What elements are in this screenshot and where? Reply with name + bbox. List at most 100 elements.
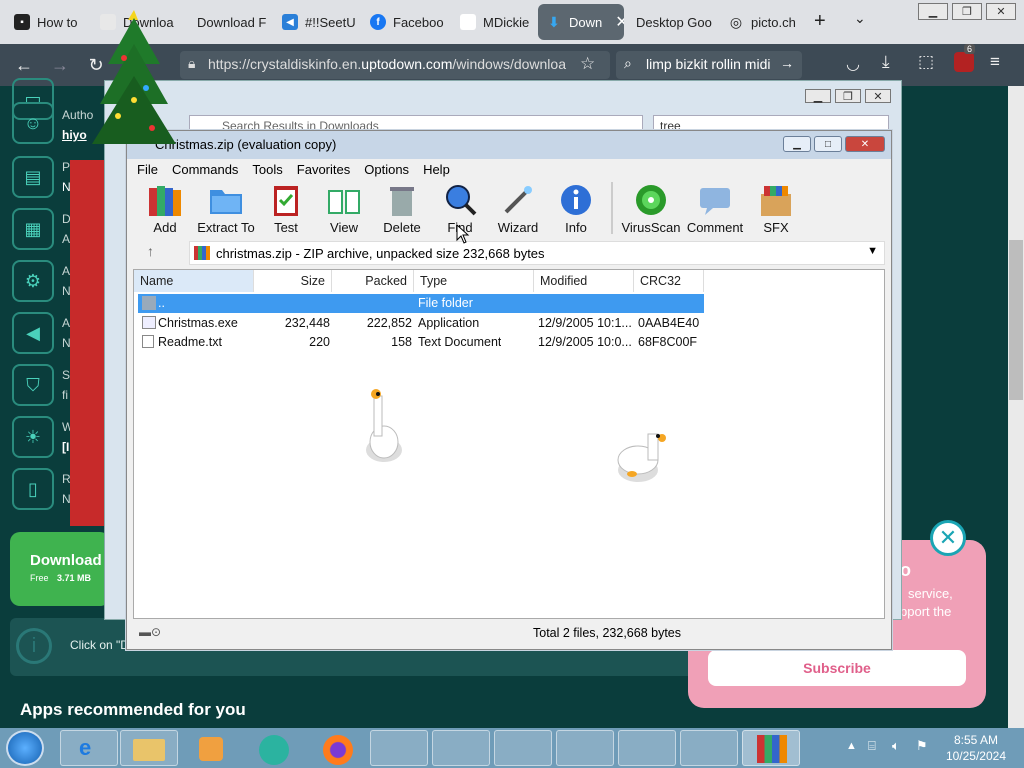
- extract-to-button[interactable]: Extract To: [195, 179, 257, 237]
- chevron-down-icon[interactable]: ⌄: [854, 10, 866, 27]
- taskbar-edge-icon[interactable]: [244, 730, 302, 766]
- page-scrollbar-thumb[interactable]: [1009, 240, 1023, 400]
- taskbar-app-icon[interactable]: [618, 730, 676, 766]
- delete-label: Delete: [383, 220, 421, 235]
- calendar-icon[interactable]: ▦: [12, 208, 54, 250]
- document-icon[interactable]: ▤: [12, 156, 54, 198]
- extensions-icon[interactable]: ⬚: [918, 52, 934, 72]
- view-button[interactable]: View: [315, 179, 373, 237]
- shield-check-icon[interactable]: ⛉: [12, 364, 54, 406]
- start-button[interactable]: [6, 730, 44, 766]
- close-tab-icon[interactable]: ✕: [615, 12, 624, 32]
- file-row-christmas-exe[interactable]: Christmas.exe 232,448 222,852 Applicatio…: [138, 314, 704, 333]
- column-packed[interactable]: Packed: [332, 270, 414, 292]
- winrar-window-controls: ▁ □ ✕: [783, 136, 885, 152]
- magic-wand-icon: [504, 186, 532, 214]
- tray-expand-icon[interactable]: ▲: [846, 740, 857, 752]
- taskbar-explorer-icon[interactable]: [120, 730, 178, 766]
- taskbar-app-icon[interactable]: [432, 730, 490, 766]
- new-tab-icon[interactable]: +: [814, 10, 826, 33]
- restore-icon[interactable]: ❐: [835, 89, 861, 103]
- archive-path-bar[interactable]: christmas.zip - ZIP archive, unpacked si…: [189, 241, 885, 265]
- page-scrollbar[interactable]: [1008, 86, 1024, 728]
- add-button[interactable]: Add: [135, 179, 195, 237]
- tab-5[interactable]: MDickie: [452, 4, 534, 40]
- winrar-title-bar[interactable]: Christmas.zip (evaluation copy): [127, 131, 891, 159]
- author-link[interactable]: hiyo: [62, 128, 87, 142]
- menu-favorites[interactable]: Favorites: [297, 162, 350, 177]
- restore-icon[interactable]: ❐: [952, 3, 982, 20]
- comment-button[interactable]: Comment: [683, 179, 747, 237]
- up-arrow-icon[interactable]: ↑: [147, 243, 154, 259]
- box-icon: [761, 186, 791, 216]
- maximize-icon[interactable]: □: [814, 136, 842, 152]
- row-modified: 12/9/2005 10:0...: [538, 335, 632, 349]
- close-popup-icon[interactable]: ✕: [930, 520, 966, 556]
- close-icon[interactable]: ✕: [845, 136, 885, 152]
- column-modified[interactable]: Modified: [534, 270, 634, 292]
- search-text: limp bizkit rollin midi: [646, 56, 771, 72]
- downloads-icon[interactable]: ⤓: [882, 52, 890, 72]
- settings-icon[interactable]: ⚙: [12, 260, 54, 302]
- column-crc32[interactable]: CRC32: [634, 270, 704, 292]
- system-clock[interactable]: 8:55 AM 10/25/2024: [946, 732, 1006, 764]
- download-button[interactable]: Download Free 3.71 MB: [10, 532, 110, 606]
- taskbar-app-icon[interactable]: [680, 730, 738, 766]
- tab-0[interactable]: ▪ How to: [6, 4, 84, 40]
- arrow-right-icon[interactable]: →: [780, 55, 794, 71]
- menu-file[interactable]: File: [137, 162, 158, 177]
- minimize-icon[interactable]: ▁: [805, 89, 831, 103]
- tray-flag-icon[interactable]: ⚑: [916, 738, 928, 754]
- lightbulb-icon[interactable]: ☀: [12, 416, 54, 458]
- taskbar-winrar-icon[interactable]: [742, 730, 800, 766]
- tab-4[interactable]: f Faceboo: [362, 4, 448, 40]
- minimize-icon[interactable]: ▁: [918, 3, 948, 20]
- archive-icon: [194, 246, 210, 260]
- subscribe-button[interactable]: Subscribe: [708, 650, 966, 686]
- close-icon[interactable]: ✕: [865, 89, 891, 103]
- tab-3[interactable]: ◀ #!!SeetU: [274, 4, 360, 40]
- tray-volume-icon[interactable]: 🔈︎: [892, 738, 900, 754]
- taskbar-media-icon[interactable]: [180, 730, 238, 766]
- tab-7[interactable]: Desktop Goo: [628, 4, 718, 40]
- delete-button[interactable]: Delete: [373, 179, 431, 237]
- dropdown-arrow-icon[interactable]: ▼: [867, 245, 878, 257]
- menu-tools[interactable]: Tools: [252, 162, 282, 177]
- phone-icon[interactable]: ▯: [12, 468, 54, 510]
- column-size[interactable]: Size: [254, 270, 332, 292]
- minimize-icon[interactable]: ▁: [783, 136, 811, 152]
- info-button[interactable]: Info: [547, 179, 605, 237]
- forward-icon[interactable]: →: [42, 55, 78, 76]
- back-icon[interactable]: ←: [6, 55, 42, 76]
- taskbar-app-icon[interactable]: [370, 730, 428, 766]
- url-bar[interactable]: 🔒︎ https://crystaldiskinfo.en.uptodown.c…: [180, 51, 610, 79]
- row-modified: 12/9/2005 10:1...: [538, 316, 632, 330]
- taskbar-app-icon[interactable]: [556, 730, 614, 766]
- search-field[interactable]: ⌕ limp bizkit rollin midi →: [616, 51, 802, 79]
- user-icon[interactable]: ☺: [12, 102, 54, 144]
- wizard-button[interactable]: Wizard: [489, 179, 547, 237]
- virusscan-button[interactable]: VirusScan: [619, 179, 683, 237]
- megaphone-icon[interactable]: ◀: [12, 312, 54, 354]
- ublock-icon[interactable]: 6: [954, 44, 976, 72]
- tray-network-icon[interactable]: ⌸: [868, 738, 876, 754]
- sfx-button[interactable]: SFX: [747, 179, 805, 237]
- column-name[interactable]: Name: [134, 270, 254, 292]
- tab-active-download[interactable]: ⬇ Down ✕: [538, 4, 624, 40]
- file-row-readme-txt[interactable]: Readme.txt 220 158 Text Document 12/9/20…: [138, 333, 704, 352]
- pocket-icon[interactable]: ◡: [846, 54, 860, 74]
- test-button[interactable]: Test: [257, 179, 315, 237]
- file-row-parent[interactable]: .. File folder: [138, 294, 704, 313]
- taskbar-firefox-icon[interactable]: [308, 730, 366, 766]
- tab-8[interactable]: ◎ picto.ch: [720, 4, 810, 40]
- menu-options[interactable]: Options: [364, 162, 409, 177]
- bookmark-star-icon[interactable]: ☆: [580, 54, 595, 74]
- taskbar-ie-icon[interactable]: e: [60, 730, 118, 766]
- menu-help[interactable]: Help: [423, 162, 450, 177]
- close-icon[interactable]: ✕: [986, 3, 1016, 20]
- menu-icon[interactable]: ≡: [990, 52, 1000, 72]
- menu-commands[interactable]: Commands: [172, 162, 238, 177]
- column-type[interactable]: Type: [414, 270, 534, 292]
- tab-2[interactable]: Download F: [182, 4, 268, 40]
- taskbar-app-icon[interactable]: [494, 730, 552, 766]
